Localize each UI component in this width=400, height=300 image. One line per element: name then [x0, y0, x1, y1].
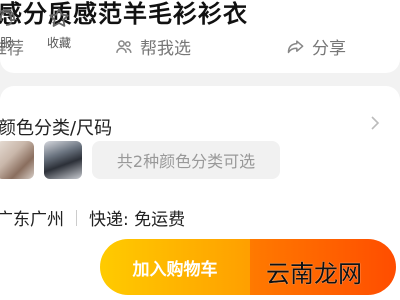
help-choose-label: 帮我选: [140, 39, 191, 59]
star-icon: [49, 8, 69, 27]
action-help-choose[interactable]: 帮我选: [114, 34, 191, 59]
favorite-button[interactable]: 收藏: [47, 6, 71, 51]
share-label: 分享: [312, 39, 346, 59]
divider: [76, 209, 77, 226]
service-label: 服: [0, 36, 12, 50]
shipping-row: 广东广州 快递: 免运费: [0, 205, 185, 230]
chevron-right-icon[interactable]: [370, 116, 380, 130]
share-icon: [287, 39, 304, 53]
shipping-delivery: 快递: 免运费: [89, 210, 186, 230]
people-icon: [116, 39, 132, 53]
favorite-label: 收藏: [47, 36, 72, 50]
product-title: 感分质感范羊毛衫衫衣: [0, 0, 248, 28]
shipping-origin: 广东广州: [0, 210, 64, 230]
service-button[interactable]: 服: [0, 6, 18, 51]
sku-label[interactable]: 颜色分类/尺码: [0, 114, 112, 140]
sku-thumbnail-2[interactable]: [44, 141, 82, 179]
action-share[interactable]: 分享: [286, 34, 346, 59]
add-to-cart-button[interactable]: 加入购物车: [100, 239, 250, 295]
watermark: 云南龙网: [266, 260, 362, 288]
service-icon: [0, 9, 15, 26]
sku-summary-pill[interactable]: 共2种颜色分类可选: [92, 141, 280, 179]
sku-thumbnail-1[interactable]: [0, 141, 34, 179]
